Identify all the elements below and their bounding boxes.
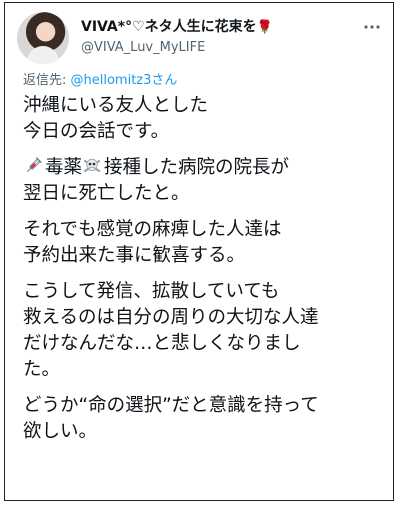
tweet-header: VIVA*°♡ネタ人生に花束を🌹 @VIVA_Luv_MyLIFE: [17, 12, 387, 70]
tweet-body: 沖縄にいる友人とした 今日の会話です。 毒薬 接種した病院の院長が 翌日に死亡した…: [23, 93, 388, 445]
tweet-card: VIVA*°♡ネタ人生に花束を🌹 @VIVA_Luv_MyLIFE 返信先: @…: [4, 2, 394, 501]
skull-crossbones-icon: [83, 158, 101, 173]
tweet-paragraph-5: どうか“命の選択”だと意識を持って 欲しい。: [23, 395, 319, 442]
tweet-paragraph-2: 毒薬 接種した病院の院長が 翌日に死亡したと。: [23, 155, 388, 207]
avatar[interactable]: [17, 12, 69, 64]
syringe-icon: [26, 157, 42, 173]
display-name-text: VIVA*°♡ネタ人生に花束を: [81, 19, 257, 35]
user-handle[interactable]: @VIVA_Luv_MyLIFE: [81, 40, 273, 55]
more-options-icon[interactable]: [363, 18, 381, 36]
tweet-paragraph-2-text-a: 毒薬: [45, 157, 83, 178]
tweet-paragraph-4: こうして発信、拡散していても 救えるのは自分の周りの大切な人達 だけなんだな…と…: [23, 281, 319, 380]
tweet-paragraph-1: 沖縄にいる友人とした 今日の会話です。: [23, 95, 209, 142]
user-names: VIVA*°♡ネタ人生に花束を🌹 @VIVA_Luv_MyLIFE: [81, 16, 273, 55]
reply-to-line: 返信先: @hellomitz3さん: [23, 69, 177, 88]
reply-mention-link[interactable]: @hellomitz3さん: [71, 73, 178, 88]
reply-prefix: 返信先:: [23, 73, 71, 88]
display-name[interactable]: VIVA*°♡ネタ人生に花束を🌹: [81, 16, 273, 36]
rose-icon: 🌹: [256, 20, 273, 35]
tweet-paragraph-3: それでも感覚の麻痺した人達は 予約出来た事に歓喜する。: [23, 219, 282, 266]
